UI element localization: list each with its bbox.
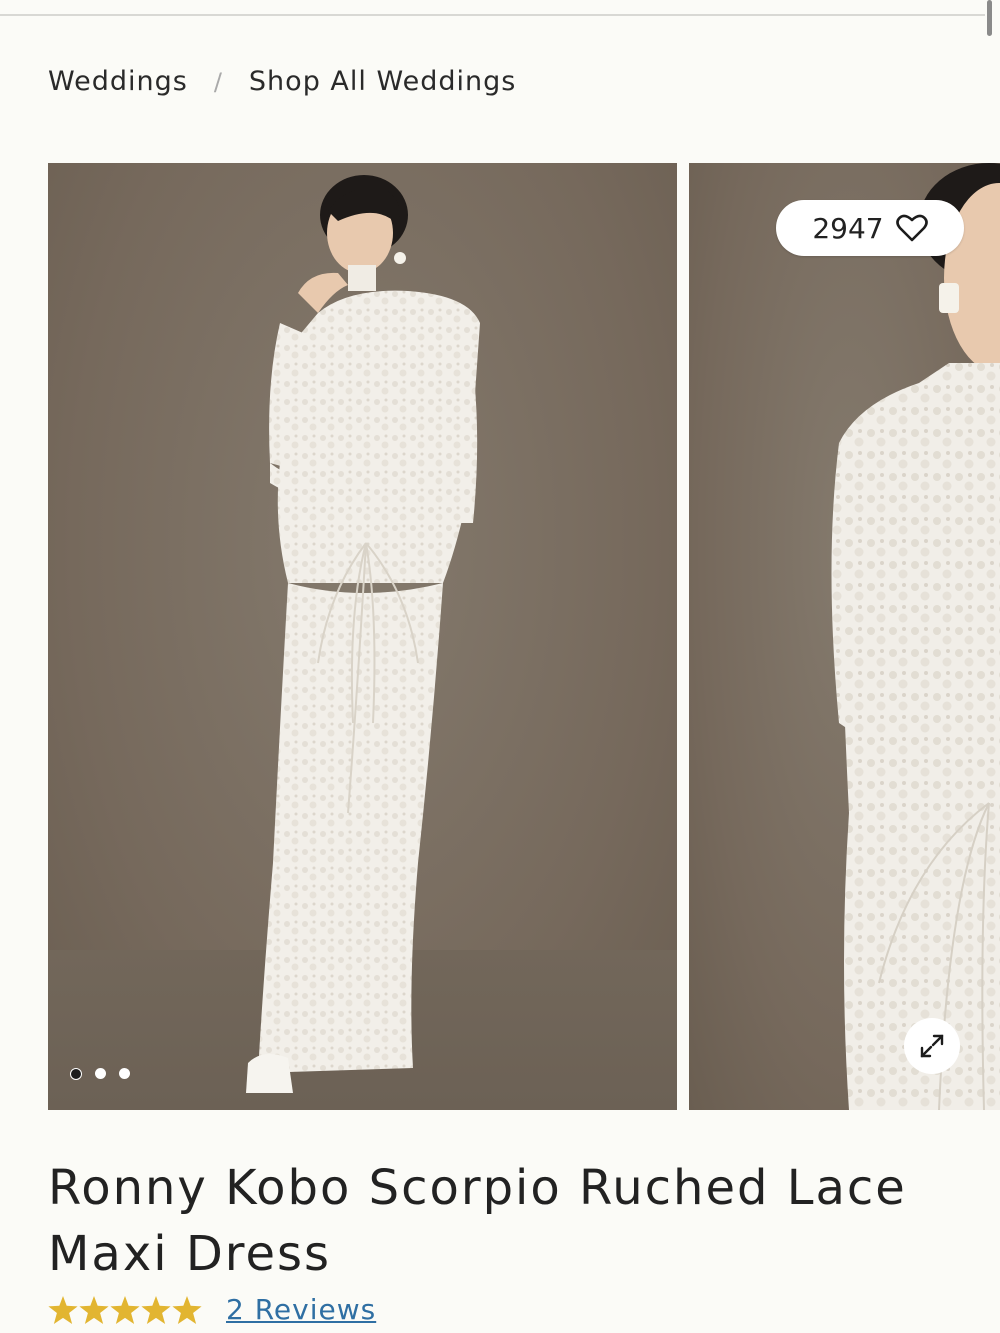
favorite-button[interactable]: 2947 [776, 200, 964, 256]
star-icon [48, 1295, 78, 1324]
product-title-line1: Ronny Kobo Scorpio Ruched Lace [48, 1160, 907, 1216]
product-image-gallery[interactable]: 2947 [48, 163, 1000, 1110]
rating-row: 2 Reviews [48, 1293, 376, 1326]
product-title-line2: Maxi Dress [48, 1226, 332, 1282]
product-title: Ronny Kobo Scorpio Ruched Lace Maxi Dres… [48, 1155, 948, 1287]
product-image-secondary[interactable] [689, 163, 1000, 1110]
model-illustration [246, 175, 480, 1093]
pager-dot[interactable] [70, 1068, 82, 1080]
breadcrumb-separator: / [213, 67, 223, 96]
model-closeup-illustration [831, 163, 1000, 1110]
star-rating[interactable] [48, 1295, 202, 1324]
expand-icon [920, 1034, 944, 1058]
scrollbar-thumb[interactable] [987, 0, 992, 36]
breadcrumb-weddings[interactable]: Weddings [48, 66, 188, 97]
breadcrumb: Weddings / Shop All Weddings [48, 66, 516, 97]
top-divider [0, 14, 985, 16]
star-icon [79, 1295, 109, 1324]
product-image-main[interactable] [48, 163, 677, 1110]
heart-icon [895, 214, 928, 242]
star-icon [110, 1295, 140, 1324]
reviews-link[interactable]: 2 Reviews [226, 1293, 376, 1326]
expand-image-button[interactable] [904, 1018, 960, 1074]
favorite-count: 2947 [812, 211, 884, 245]
pager-dot[interactable] [119, 1068, 130, 1079]
breadcrumb-shop-all-weddings[interactable]: Shop All Weddings [249, 66, 516, 97]
star-icon [172, 1295, 202, 1324]
pager-dot[interactable] [95, 1068, 106, 1079]
image-pager-dots[interactable] [70, 1068, 130, 1080]
star-icon [141, 1295, 171, 1324]
